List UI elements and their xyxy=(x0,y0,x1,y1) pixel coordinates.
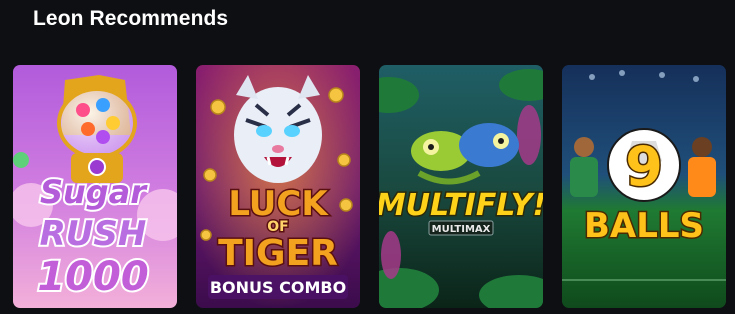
game-card-9-balls[interactable]: 9 BALLS xyxy=(562,65,726,308)
game-card-list: Sugar RUSH 1000 LUCK OF TIGER BONUS COMB… xyxy=(13,65,727,308)
9-balls-thumbnail: 9 BALLS xyxy=(562,65,726,308)
luck-of-tiger-logo-line-1: LUCK xyxy=(228,184,329,224)
sugar-rush-thumbnail: Sugar RUSH 1000 xyxy=(13,65,177,308)
9-balls-logo-line-2: BALLS xyxy=(584,206,704,246)
game-card-multifly[interactable]: MULTIFLY! MULTIMAX xyxy=(379,65,543,308)
sugar-rush-logo-line-3: 1000 xyxy=(37,254,148,300)
multifly-thumbnail: MULTIFLY! MULTIMAX xyxy=(379,65,543,308)
luck-of-tiger-logo-line-3: TIGER xyxy=(218,233,338,274)
section-title: Leon Recommends xyxy=(33,7,229,30)
multifly-logo: MULTIFLY! xyxy=(379,188,543,223)
luck-of-tiger-thumbnail: LUCK OF TIGER BONUS COMBO xyxy=(196,65,360,308)
game-card-sugar-rush[interactable]: Sugar RUSH 1000 xyxy=(13,65,177,308)
game-card-luck-of-tiger[interactable]: LUCK OF TIGER BONUS COMBO xyxy=(196,65,360,308)
luck-of-tiger-subtitle: BONUS COMBO xyxy=(210,278,346,297)
sugar-rush-logo-line-1: Sugar xyxy=(40,173,148,211)
multifly-badge: MULTIMAX xyxy=(432,224,491,235)
sugar-rush-logo-line-2: RUSH xyxy=(40,214,147,254)
9-balls-logo-line-1: 9 xyxy=(625,135,663,198)
